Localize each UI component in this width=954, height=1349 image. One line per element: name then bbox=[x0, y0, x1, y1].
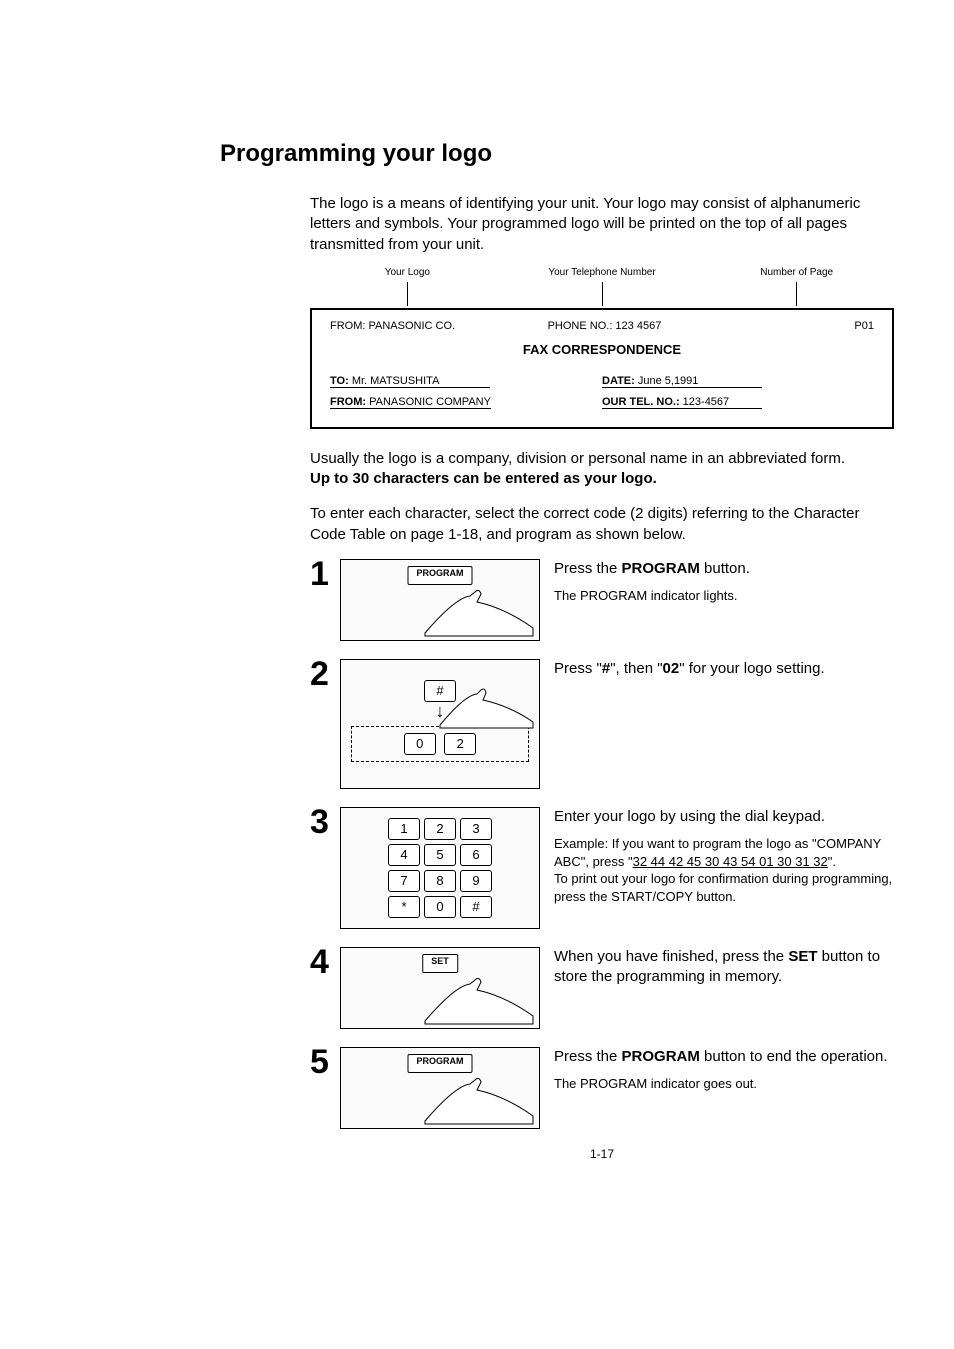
step-5-text: Press the PROGRAM button to end the oper… bbox=[554, 1048, 888, 1065]
dial-keypad-icon: 123 456 789 *0# bbox=[341, 808, 539, 928]
keypad-key: 3 bbox=[460, 818, 492, 840]
keypad-key: 8 bbox=[424, 870, 456, 892]
step-5: 5 PROGRAM Press the PROGRAM button to en… bbox=[310, 1047, 894, 1129]
step-number: 2 bbox=[310, 657, 336, 691]
step-2-text: Press "#", then "02" for your logo setti… bbox=[554, 659, 894, 679]
step-1: 1 PROGRAM Press the PROGRAM button. The … bbox=[310, 559, 894, 641]
step-4: 4 SET When you have finished, press the … bbox=[310, 947, 894, 1029]
step-2-figure: # ↓ 0 2 bbox=[340, 659, 540, 789]
fax-date-label: DATE: bbox=[602, 375, 635, 387]
fax-phone-top: PHONE NO.: 123 4567 bbox=[548, 320, 802, 332]
hand-icon bbox=[415, 578, 535, 638]
fax-to-value: Mr. MATSUSHITA bbox=[352, 375, 440, 387]
step-number: 5 bbox=[310, 1045, 336, 1079]
step-3-line1: Enter your logo by using the dial keypad… bbox=[554, 807, 894, 827]
step-5-figure: PROGRAM bbox=[340, 1047, 540, 1129]
fax-from-label: FROM: bbox=[330, 396, 366, 408]
step-number: 4 bbox=[310, 945, 336, 979]
fax-tel-value: 123-4567 bbox=[683, 396, 730, 408]
label-num-page: Number of Page bbox=[699, 267, 894, 278]
key-sequence-box: 0 2 bbox=[351, 726, 529, 762]
step-1-text: Press the PROGRAM button. bbox=[554, 560, 750, 577]
label-your-phone: Your Telephone Number bbox=[505, 267, 700, 278]
keypad-key: 6 bbox=[460, 844, 492, 866]
keypad-key: 0 bbox=[424, 896, 456, 918]
pointer-line bbox=[602, 282, 603, 306]
label-your-logo: Your Logo bbox=[310, 267, 505, 278]
hand-icon bbox=[435, 680, 535, 730]
step-4-figure: SET bbox=[340, 947, 540, 1029]
page-number: 1-17 bbox=[310, 1147, 894, 1161]
zero-key-icon: 0 bbox=[404, 733, 436, 755]
keypad-key: 1 bbox=[388, 818, 420, 840]
usually-paragraph: Usually the logo is a company, division … bbox=[310, 449, 894, 490]
page-title: Programming your logo bbox=[220, 140, 894, 168]
step-2: 2 # ↓ 0 2 Press "#", then "02" for your … bbox=[310, 659, 894, 789]
fax-sample-diagram: Your Logo Your Telephone Number Number o… bbox=[310, 267, 894, 429]
fax-from-value: PANASONIC COMPANY bbox=[369, 396, 491, 408]
enter-char-paragraph: To enter each character, select the corr… bbox=[310, 504, 894, 545]
fax-box: FROM: PANASONIC CO. PHONE NO.: 123 4567 … bbox=[310, 308, 894, 429]
step-3-note: To print out your logo for confirmation … bbox=[554, 870, 894, 905]
step-3: 3 123 456 789 *0# Enter your logo by usi… bbox=[310, 807, 894, 929]
step-1-subtext: The PROGRAM indicator lights. bbox=[554, 587, 894, 605]
step-1-figure: PROGRAM bbox=[340, 559, 540, 641]
intro-paragraph: The logo is a means of identifying your … bbox=[310, 194, 894, 255]
step-number: 3 bbox=[310, 805, 336, 839]
pointer-line bbox=[407, 282, 408, 306]
keypad-key: 5 bbox=[424, 844, 456, 866]
keypad-key: 4 bbox=[388, 844, 420, 866]
pointer-line bbox=[796, 282, 797, 306]
two-key-icon: 2 bbox=[444, 733, 476, 755]
fax-from-top: FROM: PANASONIC CO. bbox=[330, 320, 548, 332]
fax-date-value: June 5,1991 bbox=[638, 375, 699, 387]
step-number: 1 bbox=[310, 557, 336, 591]
step-4-text: When you have finished, press the SET bu… bbox=[554, 947, 894, 988]
fax-to-label: TO: bbox=[330, 375, 349, 387]
keypad-key: 7 bbox=[388, 870, 420, 892]
fax-page-top: P01 bbox=[801, 320, 874, 332]
keypad-key: # bbox=[460, 896, 492, 918]
hand-icon bbox=[415, 966, 535, 1026]
keypad-key: * bbox=[388, 896, 420, 918]
keypad-key: 9 bbox=[460, 870, 492, 892]
fax-correspondence-title: FAX CORRESPONDENCE bbox=[330, 342, 874, 357]
hand-icon bbox=[415, 1066, 535, 1126]
keypad-key: 2 bbox=[424, 818, 456, 840]
step-3-figure: 123 456 789 *0# bbox=[340, 807, 540, 929]
step-3-example: Example: If you want to program the logo… bbox=[554, 835, 894, 870]
step-5-subtext: The PROGRAM indicator goes out. bbox=[554, 1075, 894, 1093]
fax-tel-label: OUR TEL. NO.: bbox=[602, 396, 680, 408]
